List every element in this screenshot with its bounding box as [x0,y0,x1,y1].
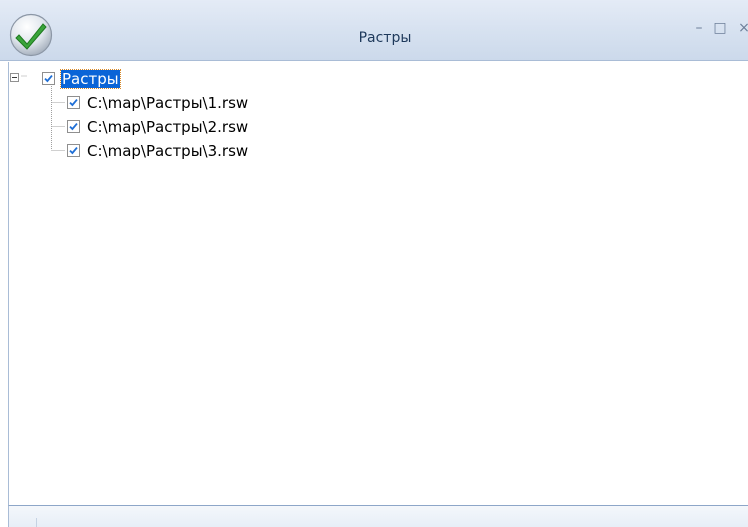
raster-tree[interactable]: Растры C:\map\Растры\1.rsw C:\map\Растры… [9,62,748,162]
minimize-button[interactable]: – [690,20,708,36]
status-divider [36,518,37,527]
status-bar [8,505,748,527]
title-bar[interactable]: Растры – □ × [0,0,748,61]
root-checkbox[interactable] [42,72,55,85]
child-checkbox[interactable] [67,144,80,157]
collapse-minus-icon[interactable] [10,73,19,82]
window-title: Растры [358,30,412,46]
child-node-label[interactable]: C:\map\Растры\2.rsw [87,118,248,136]
tree-node-child[interactable]: C:\map\Растры\2.rsw [9,118,309,136]
app-window: Растры – □ × Растры C:\map\Растры\1.rsw … [0,0,748,527]
maximize-button[interactable]: □ [711,20,729,36]
child-node-label[interactable]: C:\map\Растры\3.rsw [87,142,248,160]
tree-node-root[interactable]: Растры [9,69,149,89]
close-button[interactable]: × [735,20,748,36]
child-checkbox[interactable] [67,120,80,133]
child-node-label[interactable]: C:\map\Растры\1.rsw [87,94,248,112]
tree-panel[interactable]: Растры C:\map\Растры\1.rsw C:\map\Растры… [8,62,748,505]
tree-node-child[interactable]: C:\map\Растры\3.rsw [9,142,309,160]
child-checkbox[interactable] [67,96,80,109]
tree-node-child[interactable]: C:\map\Растры\1.rsw [9,94,309,112]
root-node-label[interactable]: Растры [60,69,121,89]
